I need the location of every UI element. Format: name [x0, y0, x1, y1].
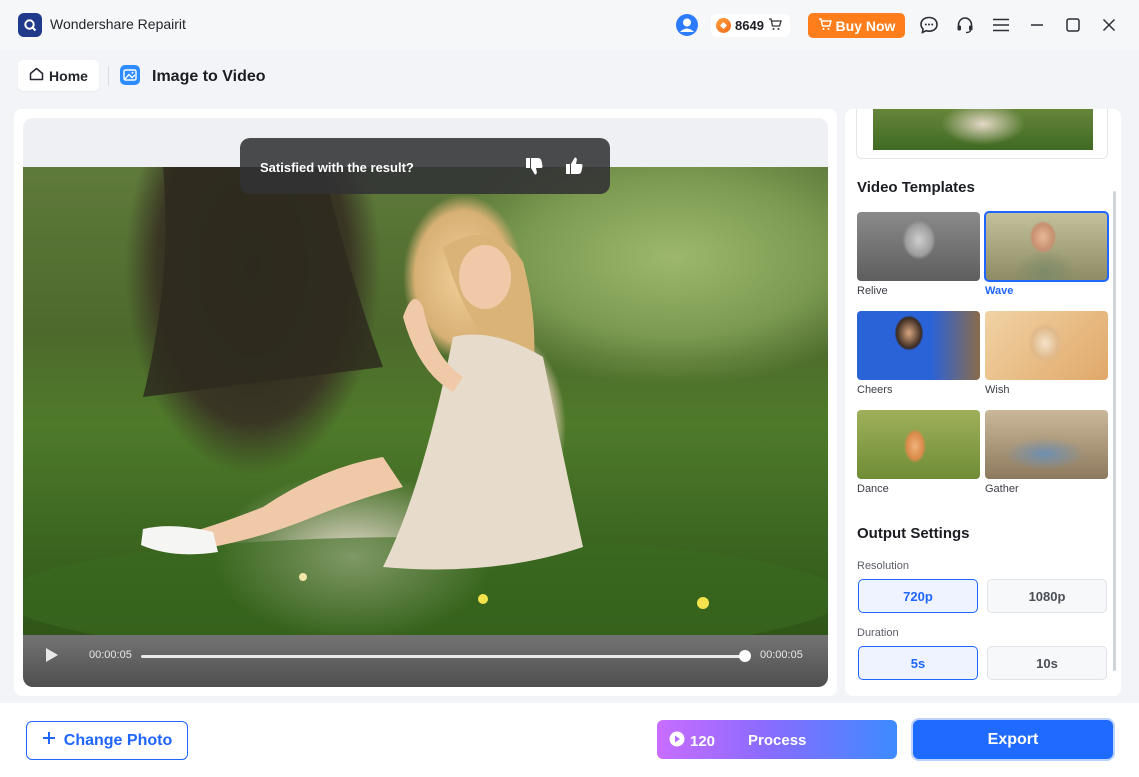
seek-handle[interactable]	[739, 650, 751, 662]
template-relive-thumbnail	[857, 212, 980, 281]
video-preview: 00:00:05 00:00:05	[23, 118, 828, 687]
credits-count: 8649	[735, 18, 764, 33]
buy-now-button[interactable]: Buy Now	[808, 13, 905, 38]
duration-10s-option[interactable]: 10s	[987, 646, 1107, 680]
template-wish[interactable]: Wish	[985, 311, 1108, 396]
thumbs-down-icon[interactable]	[522, 154, 546, 178]
change-photo-button[interactable]: Change Photo	[26, 721, 188, 760]
app-logo-icon	[18, 13, 42, 37]
template-label: Relive	[857, 285, 888, 297]
template-cheers[interactable]: Cheers	[857, 311, 980, 396]
current-time: 00:00:05	[89, 649, 132, 661]
feedback-prompt: Satisfied with the result?	[260, 160, 414, 175]
template-gather-thumbnail	[985, 410, 1108, 479]
process-cost-value: 120	[690, 732, 716, 750]
template-label: Gather	[985, 483, 1019, 495]
panel-scrollbar[interactable]	[1113, 191, 1116, 671]
template-wave[interactable]: Wave	[984, 211, 1109, 297]
app-title: Wondershare Repairit	[50, 16, 186, 32]
template-relive[interactable]: Relive	[857, 212, 980, 297]
chat-icon[interactable]	[918, 14, 940, 36]
template-dance-thumbnail	[857, 410, 980, 479]
resolution-720p-option[interactable]: 720p	[858, 579, 978, 613]
nav-divider	[108, 66, 109, 86]
nav-bar: Home Image to Video	[0, 50, 1139, 102]
menu-icon[interactable]	[990, 14, 1012, 36]
video-player-controls: 00:00:05 00:00:05	[23, 635, 828, 687]
thumbs-up-icon[interactable]	[562, 154, 586, 178]
template-cheers-thumbnail	[857, 311, 980, 380]
template-gather[interactable]: Gather	[985, 410, 1108, 495]
export-button[interactable]: Export	[913, 720, 1113, 759]
output-settings-title: Output Settings	[857, 525, 970, 542]
user-avatar-icon[interactable]	[675, 13, 699, 37]
template-wish-thumbnail	[985, 311, 1108, 380]
source-photo-image	[873, 109, 1093, 150]
headset-icon[interactable]	[954, 14, 976, 36]
home-button[interactable]: Home	[18, 60, 99, 91]
page-title: Image to Video	[152, 68, 266, 85]
feedback-popup: Satisfied with the result?	[240, 138, 610, 194]
settings-panel: Video Templates Relive Wave Cheers Wish …	[845, 109, 1121, 696]
seek-bar[interactable]	[141, 655, 746, 658]
source-photo-thumbnail[interactable]	[856, 109, 1108, 159]
preview-image[interactable]	[23, 167, 828, 635]
credits-badge[interactable]: 8649	[711, 14, 790, 37]
minimize-icon[interactable]	[1026, 14, 1048, 36]
duration-5s-option[interactable]: 5s	[858, 646, 978, 680]
template-label: Dance	[857, 483, 889, 495]
process-cost: 120	[669, 731, 715, 751]
buy-now-label: Buy Now	[835, 17, 896, 34]
bottom-action-bar: Change Photo 120 Process Export	[0, 703, 1139, 777]
resolution-1080p-option[interactable]: 1080p	[987, 579, 1107, 613]
preview-panel: 00:00:05 00:00:05	[14, 109, 837, 696]
cart-icon	[818, 17, 832, 34]
resolution-label: Resolution	[857, 560, 909, 572]
cart-icon	[768, 17, 782, 34]
close-icon[interactable]	[1098, 14, 1120, 36]
template-label: Wish	[985, 384, 1010, 396]
image-to-video-icon	[120, 65, 140, 85]
process-label: Process	[748, 732, 807, 749]
duration-label: Duration	[857, 627, 899, 639]
coin-icon	[716, 18, 731, 33]
template-label: Wave	[985, 285, 1014, 297]
plus-icon	[42, 731, 56, 750]
video-templates-title: Video Templates	[857, 179, 975, 196]
maximize-icon[interactable]	[1062, 14, 1084, 36]
template-dance[interactable]: Dance	[857, 410, 980, 495]
home-icon	[29, 67, 44, 84]
play-icon[interactable]	[45, 647, 59, 668]
title-bar: Wondershare Repairit 8649 Buy Now	[0, 0, 1139, 50]
credit-icon	[669, 731, 685, 751]
process-button[interactable]: 120 Process	[657, 720, 897, 759]
template-wave-thumbnail	[984, 211, 1109, 282]
home-label: Home	[49, 67, 88, 84]
template-label: Cheers	[857, 384, 893, 396]
total-time: 00:00:05	[760, 649, 803, 661]
change-photo-label: Change Photo	[63, 731, 173, 749]
